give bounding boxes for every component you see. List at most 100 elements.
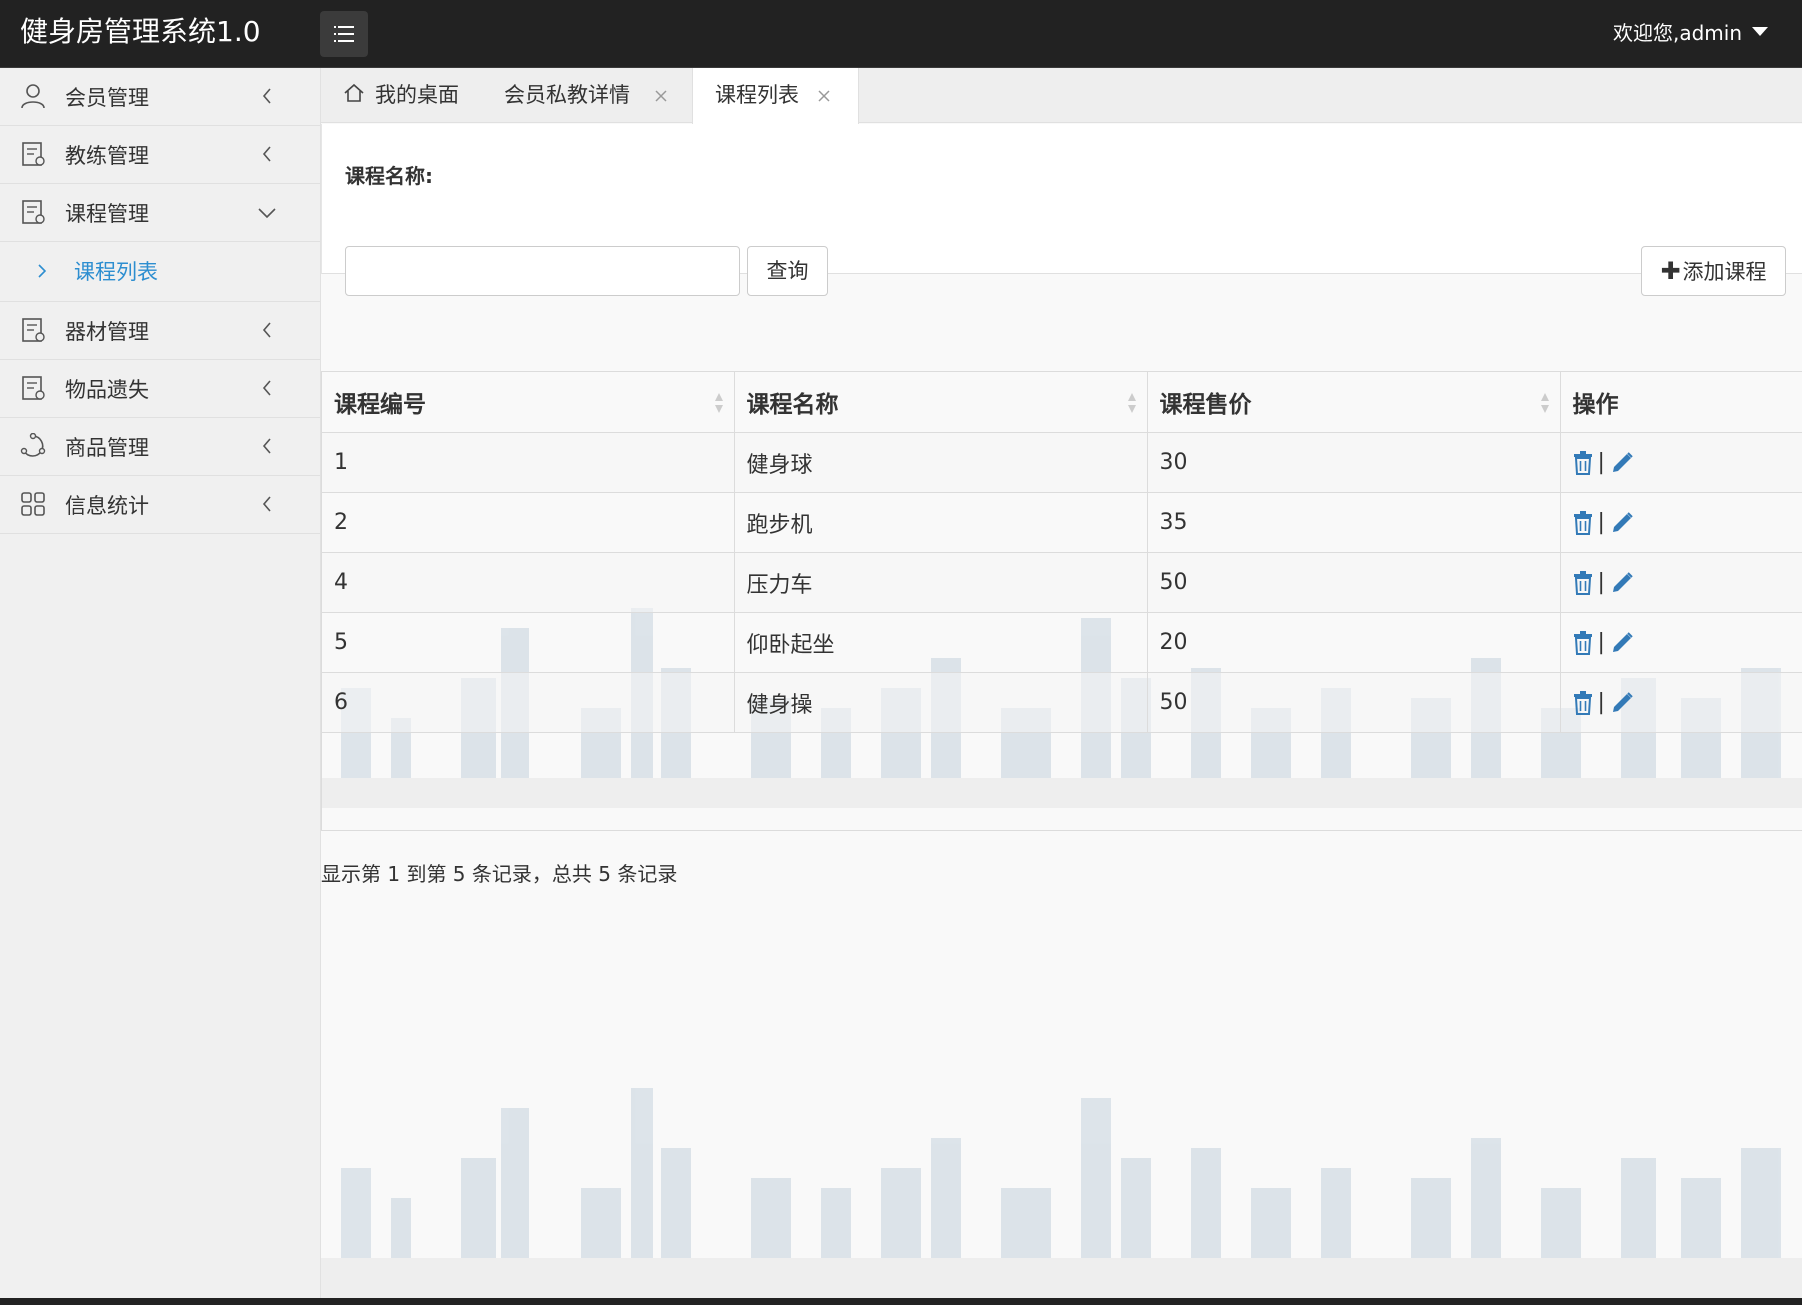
- tab-bar: 我的桌面 会员私教详情 课程列表: [321, 68, 1802, 124]
- tab-label: 课程列表: [715, 83, 799, 107]
- tab-label: 我的桌面: [375, 83, 459, 107]
- pencil-edit-icon[interactable]: [1610, 451, 1634, 475]
- trash-icon[interactable]: [1573, 690, 1593, 715]
- chevron-left-icon: [262, 88, 271, 104]
- sidebar-item-equipment[interactable]: 器材管理: [0, 302, 320, 360]
- course-table: 课程编号 课程名称 课程售价 操作 1 健身球 30 | 2 跑步机 35 | …: [322, 372, 1802, 733]
- course-price-cell: 50: [1147, 552, 1561, 613]
- share-icon: [20, 433, 46, 457]
- tab-desktop[interactable]: 我的桌面: [343, 68, 473, 123]
- course-name-label: 课程名称:: [345, 164, 433, 188]
- document-icon: [22, 376, 45, 400]
- chevron-left-icon: [262, 380, 271, 396]
- sidebar-item-label: 课程管理: [65, 202, 149, 226]
- actions-cell: |: [1560, 612, 1802, 673]
- course-table-container: 课程编号 课程名称 课程售价 操作 1 健身球 30 | 2 跑步机 35 | …: [321, 371, 1802, 831]
- course-name-cell: 健身操: [734, 672, 1148, 733]
- course-id-cell: 4: [322, 552, 735, 613]
- column-header-course-name[interactable]: 课程名称: [734, 372, 1148, 433]
- document-icon: [22, 318, 45, 342]
- home-icon: [344, 83, 364, 102]
- chevron-left-icon: [262, 438, 271, 454]
- main-content: 我的桌面 会员私教详情 课程列表 课程名称: 查询 ✚添加课程 课程编号 课程名…: [321, 68, 1802, 1298]
- course-price-cell: 30: [1147, 432, 1561, 493]
- trash-icon[interactable]: [1573, 450, 1593, 475]
- query-button[interactable]: 查询: [747, 246, 828, 296]
- course-id-cell: 6: [322, 672, 735, 733]
- action-separator: |: [1597, 690, 1605, 716]
- chevron-left-icon: [262, 496, 271, 512]
- sidebar-item-members[interactable]: 会员管理: [0, 68, 320, 126]
- app-title: 健身房管理系统1.0: [20, 15, 261, 48]
- action-separator: |: [1597, 630, 1605, 656]
- sidebar-item-label: 教练管理: [65, 144, 149, 168]
- table-row: 4 压力车 50 |: [322, 552, 1802, 613]
- course-id-cell: 2: [322, 492, 735, 553]
- actions-cell: |: [1560, 432, 1802, 493]
- pencil-edit-icon[interactable]: [1610, 631, 1634, 655]
- pagination-info: 显示第 1 到第 5 条记录，总共 5 条记录: [321, 862, 678, 886]
- hamburger-icon: [334, 26, 354, 42]
- sidebar-item-products[interactable]: 商品管理: [0, 418, 320, 476]
- course-name-cell: 健身球: [734, 432, 1148, 493]
- table-row: 2 跑步机 35 |: [322, 492, 1802, 553]
- pencil-edit-icon[interactable]: [1610, 691, 1634, 715]
- tab-member-coach-detail[interactable]: 会员私教详情: [504, 68, 674, 123]
- close-icon[interactable]: [654, 89, 668, 103]
- course-price-cell: 35: [1147, 492, 1561, 553]
- pencil-edit-icon[interactable]: [1610, 571, 1634, 595]
- sidebar-item-coaches[interactable]: 教练管理: [0, 126, 320, 184]
- trash-icon[interactable]: [1573, 570, 1593, 595]
- course-id-cell: 1: [322, 432, 735, 493]
- column-header-course-id[interactable]: 课程编号: [322, 372, 735, 433]
- close-icon[interactable]: [817, 89, 831, 103]
- course-price-cell: 50: [1147, 672, 1561, 733]
- top-header: 健身房管理系统1.0 欢迎您,admin: [0, 0, 1802, 68]
- menu-toggle-button[interactable]: [320, 11, 368, 57]
- column-header-actions: 操作: [1560, 372, 1802, 433]
- sidebar-subitem-course-list[interactable]: 课程列表: [0, 242, 320, 302]
- tab-course-list[interactable]: 课程列表: [692, 68, 859, 124]
- sidebar-item-courses[interactable]: 课程管理: [0, 184, 320, 242]
- user-greeting: 欢迎您,admin: [1612, 21, 1742, 45]
- sidebar-item-label: 器材管理: [65, 320, 149, 344]
- course-name-cell: 压力车: [734, 552, 1148, 613]
- user-menu[interactable]: 欢迎您,admin: [1613, 19, 1768, 47]
- document-icon: [22, 200, 45, 224]
- course-name-input[interactable]: [345, 246, 740, 296]
- sort-icon: [1540, 393, 1549, 413]
- table-header-row: 课程编号 课程名称 课程售价 操作: [322, 372, 1802, 433]
- sidebar-item-statistics[interactable]: 信息统计: [0, 476, 320, 534]
- caret-down-icon: [1752, 27, 1768, 36]
- sidebar-item-label: 商品管理: [65, 436, 149, 460]
- sidebar-item-label: 物品遗失: [65, 378, 149, 402]
- chevron-left-icon: [262, 146, 271, 162]
- sort-icon: [1127, 393, 1136, 413]
- chevron-right-icon: [38, 264, 46, 278]
- action-separator: |: [1597, 570, 1605, 596]
- table-row: 6 健身操 50 |: [322, 672, 1802, 733]
- sidebar-item-label: 信息统计: [65, 494, 149, 518]
- actions-cell: |: [1560, 672, 1802, 733]
- trash-icon[interactable]: [1573, 630, 1593, 655]
- trash-icon[interactable]: [1573, 510, 1593, 535]
- sidebar-item-lost-items[interactable]: 物品遗失: [0, 360, 320, 418]
- course-name-cell: 仰卧起坐: [734, 612, 1148, 673]
- pencil-edit-icon[interactable]: [1610, 511, 1634, 535]
- table-row: 5 仰卧起坐 20 |: [322, 612, 1802, 673]
- actions-cell: |: [1560, 492, 1802, 553]
- document-icon: [22, 142, 45, 166]
- table-row: 1 健身球 30 |: [322, 432, 1802, 493]
- sort-icon: [714, 393, 723, 413]
- sidebar: 会员管理 教练管理 课程管理 课程列表 器材管理 物品遗失 商品管理 信息统计: [0, 68, 321, 1298]
- course-price-cell: 20: [1147, 612, 1561, 673]
- action-separator: |: [1597, 510, 1605, 536]
- add-course-button[interactable]: ✚添加课程: [1641, 246, 1786, 296]
- course-name-cell: 跑步机: [734, 492, 1148, 553]
- column-header-course-price[interactable]: 课程售价: [1147, 372, 1561, 433]
- grid-icon: [21, 492, 45, 516]
- chevron-down-icon: [258, 208, 276, 219]
- tab-label: 会员私教详情: [504, 83, 630, 107]
- action-separator: |: [1597, 450, 1605, 476]
- user-icon: [21, 84, 45, 109]
